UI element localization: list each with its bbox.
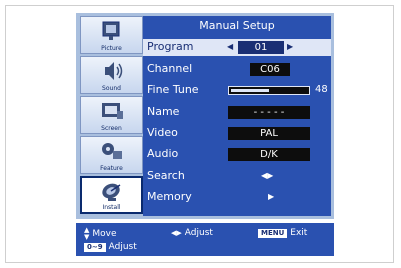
hint-label: Move — [92, 229, 117, 239]
menu-row-channel[interactable]: Channel C06 — [143, 61, 331, 78]
sidebar-item-feature[interactable]: Feature — [80, 136, 143, 174]
left-right-arrows-icon[interactable]: ◀▶ — [261, 171, 273, 180]
row-label: Video — [147, 126, 178, 139]
hint-label: Exit — [290, 228, 308, 238]
menu-row-memory[interactable]: Memory ▶ — [143, 189, 331, 206]
sidebar-item-label: Feature — [100, 165, 123, 172]
program-value: 01 — [238, 41, 284, 54]
menu-row-fine-tune[interactable]: Fine Tune 48 — [143, 82, 331, 99]
sidebar-item-picture[interactable]: Picture — [80, 16, 143, 54]
row-label: Channel — [147, 62, 193, 75]
left-right-arrows-icon: ◀▶ — [171, 229, 182, 237]
menu-row-search[interactable]: Search ◀▶ — [143, 168, 331, 185]
menu-key: MENU — [258, 228, 288, 238]
menu-row-name[interactable]: Name - - - - - — [143, 104, 331, 121]
speaker-icon — [105, 62, 123, 80]
hint-exit: MENU Exit — [258, 228, 307, 238]
row-label: Name — [147, 105, 180, 118]
fine-tune-fill — [231, 89, 269, 92]
menu-row-audio[interactable]: Audio D/K — [143, 146, 331, 163]
arrow-right-icon[interactable]: ▶ — [268, 192, 274, 201]
sidebar-item-label: Picture — [101, 45, 122, 52]
sidebar-item-label: Sound — [102, 85, 121, 92]
hint-move: ▲ ▼ Move — [84, 227, 117, 241]
row-label: Search — [147, 169, 185, 182]
name-value: - - - - - — [228, 106, 310, 119]
arrow-left-icon[interactable]: ◀ — [227, 42, 233, 51]
sidebar-item-label: Install — [102, 204, 121, 211]
menu-row-program[interactable]: Program ◀ 01 ▶ — [143, 39, 331, 56]
hint-label: Adjust — [108, 242, 137, 252]
row-label: Program — [147, 40, 194, 53]
fine-tune-value: 48 — [315, 84, 328, 95]
menu-row-video[interactable]: Video PAL — [143, 125, 331, 142]
tv-icon — [102, 21, 120, 40]
sidebar: Picture Sound Screen Feature Install — [80, 16, 143, 216]
sidebar-item-screen[interactable]: Screen — [80, 96, 143, 134]
arrow-right-icon[interactable]: ▶ — [287, 42, 293, 51]
fine-tune-slider[interactable] — [228, 86, 310, 95]
video-value: PAL — [228, 127, 310, 140]
help-bar: ▲ ▼ Move ◀▶ Adjust MENU Exit 0~9 Adjust — [76, 223, 334, 256]
hint-digit-adjust: 0~9 Adjust — [84, 242, 137, 252]
satellite-dish-icon — [102, 183, 121, 201]
digit-key: 0~9 — [84, 242, 106, 252]
row-label: Fine Tune — [147, 83, 199, 96]
audio-value: D/K — [228, 148, 310, 161]
up-down-arrows-icon: ▲ ▼ — [84, 226, 90, 241]
sidebar-item-label: Screen — [101, 125, 122, 132]
hint-adjust: ◀▶ Adjust — [171, 228, 213, 238]
channel-value: C06 — [250, 63, 290, 76]
row-label: Audio — [147, 147, 179, 160]
sidebar-item-install[interactable]: Install — [80, 176, 143, 214]
manual-setup-panel: Manual Setup Program ◀ 01 ▶ Channel C06 … — [143, 16, 331, 216]
hint-label: Adjust — [184, 228, 213, 238]
screen-icon — [102, 103, 123, 119]
sidebar-item-sound[interactable]: Sound — [80, 56, 143, 94]
row-label: Memory — [147, 190, 192, 203]
feature-icon — [102, 143, 122, 159]
page-title: Manual Setup — [199, 19, 275, 32]
